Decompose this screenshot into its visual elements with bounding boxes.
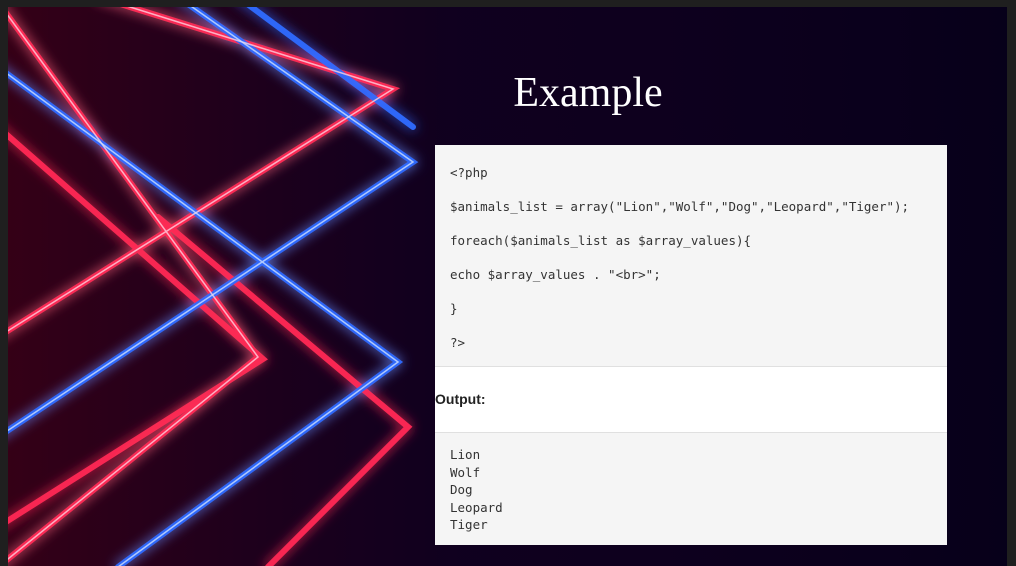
output-label: Output: — [435, 391, 486, 407]
output-line: Tiger — [450, 517, 488, 532]
output-line: Lion — [450, 447, 481, 462]
code-line: <?php — [450, 165, 488, 180]
code-block: <?php $animals_list = array("Lion","Wolf… — [435, 145, 947, 367]
code-line: foreach($animals_list as $array_values){ — [450, 233, 752, 248]
code-line: } — [450, 301, 458, 316]
content-panel: <?php $animals_list = array("Lion","Wolf… — [435, 145, 947, 545]
slide-title: Example — [513, 70, 663, 116]
output-line: Wolf — [450, 464, 481, 480]
code-line: echo $array_values . "<br>"; — [450, 267, 661, 282]
output-line: Leopard — [450, 499, 503, 515]
output-line: Dog — [450, 482, 473, 497]
code-line: $animals_list = array("Lion","Wolf","Dog… — [450, 199, 910, 214]
code-line: ?> — [450, 335, 466, 350]
screen: Example <?php $animals_list = array("Lio… — [0, 0, 1016, 566]
presentation-slide: Example <?php $animals_list = array("Lio… — [8, 7, 1007, 566]
output-block: Lion Wolf Dog Leopard Tiger — [435, 432, 947, 545]
